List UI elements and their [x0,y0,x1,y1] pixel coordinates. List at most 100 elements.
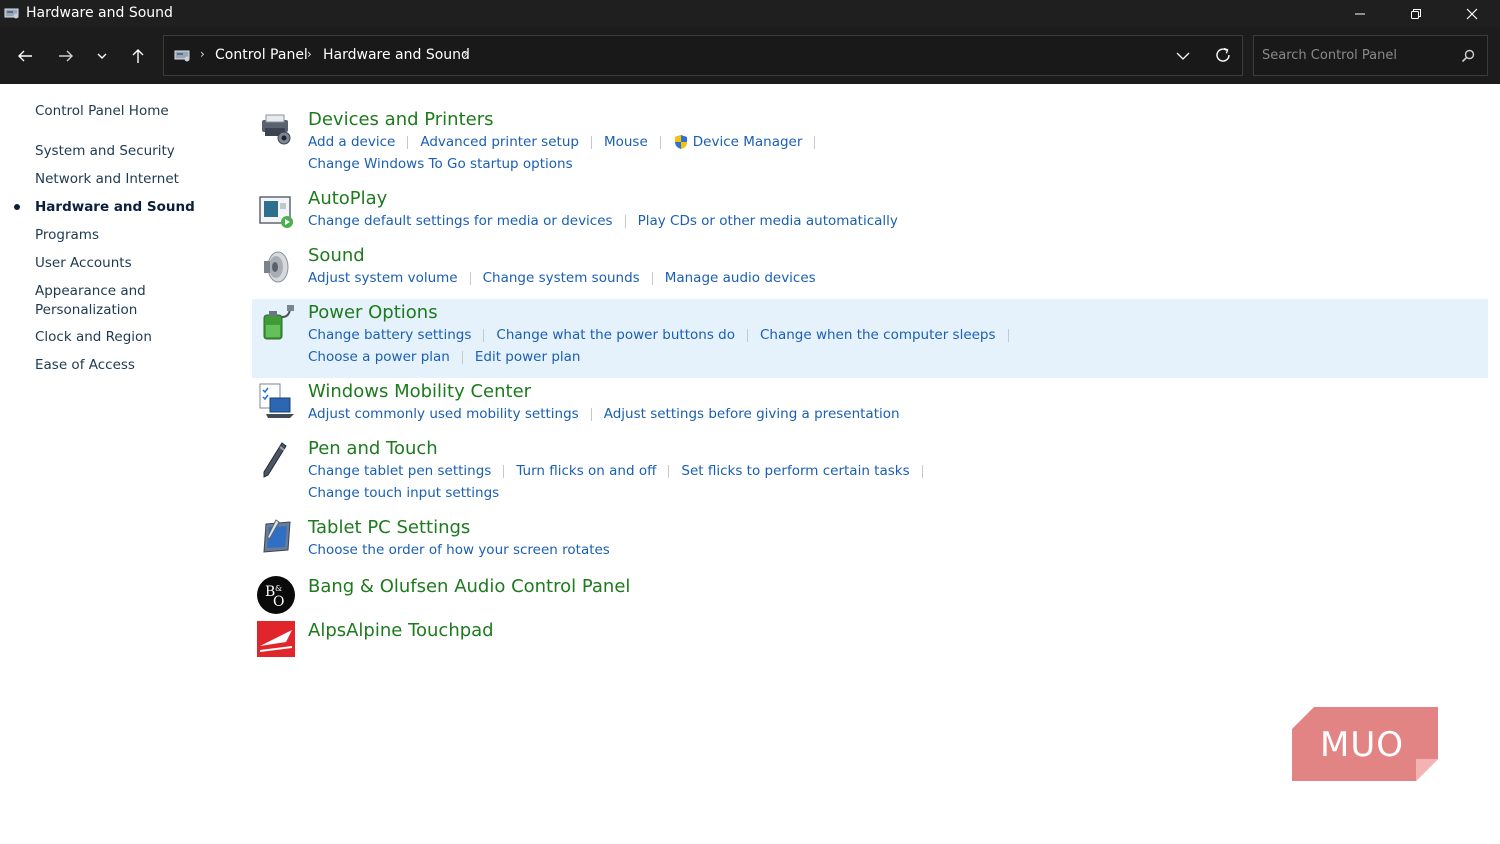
watermark-text: MUO [1320,725,1404,765]
svg-text:O: O [273,594,284,610]
main-content: Devices and Printers Add a device Advanc… [252,84,1488,784]
sidebar-item-ease-of-access[interactable]: Ease of Access [35,356,215,375]
category-devices-and-printers: Devices and Printers Add a device Advanc… [252,106,1488,176]
task-mouse[interactable]: Mouse [604,134,648,150]
task-row: Choose a power plan Edit power plan [308,349,580,365]
task-separator [624,214,626,228]
task-add-a-device[interactable]: Add a device [308,134,395,150]
breadcrumb-separator-icon[interactable]: › [463,47,468,61]
arrow-left-icon [18,50,32,62]
address-history-button[interactable] [1172,46,1194,66]
task-change-default-media-settings[interactable]: Change default settings for media or dev… [308,213,613,229]
sidebar-item-clock-and-region[interactable]: Clock and Region [35,328,215,347]
category-title[interactable]: Power Options [308,302,438,323]
task-manage-audio-devices[interactable]: Manage audio devices [665,270,816,286]
category-autoplay: AutoPlay Change default settings for med… [252,185,1488,235]
task-separator [407,135,409,149]
arrow-right-icon [59,50,73,62]
recent-locations-button[interactable] [88,42,116,70]
control-panel-icon [174,50,190,62]
control-panel-icon [4,8,19,19]
printer-camera-icon [262,114,291,145]
task-separator [746,328,748,342]
task-separator [921,464,923,478]
task-separator [461,350,463,364]
search-box[interactable] [1253,35,1488,76]
pen-icon [263,442,287,478]
task-row: Change touch input settings [308,485,499,501]
task-change-windows-to-go-startup[interactable]: Change Windows To Go startup options [308,156,573,172]
refresh-icon [1216,47,1230,62]
minimize-button[interactable] [1332,0,1388,27]
forward-button[interactable] [52,42,80,70]
task-play-cds-automatically[interactable]: Play CDs or other media automatically [638,213,898,229]
task-change-touch-input-settings[interactable]: Change touch input settings [308,485,499,501]
breadcrumb-separator-icon[interactable]: › [200,47,205,61]
task-separator [668,464,670,478]
search-input[interactable] [1254,36,1454,75]
category-title[interactable]: Tablet PC Settings [308,517,470,538]
category-pen-and-touch: Pen and Touch Change tablet pen settings… [252,435,1488,505]
task-row: Change tablet pen settings Turn flicks o… [308,463,935,479]
sidebar-item-user-accounts[interactable]: User Accounts [35,254,215,273]
task-adjust-system-volume[interactable]: Adjust system volume [308,270,458,286]
task-separator [651,271,653,285]
search-button[interactable] [1458,46,1478,66]
task-separator [814,135,816,149]
task-row: Add a device Advanced printer setup Mous… [308,134,827,150]
up-button[interactable] [124,42,152,70]
search-icon [1461,49,1475,63]
close-icon [1466,8,1478,19]
task-adjust-presentation-settings[interactable]: Adjust settings before giving a presenta… [604,406,900,422]
task-row: Change Windows To Go startup options [308,156,573,172]
task-choose-screen-rotation-order[interactable]: Choose the order of how your screen rota… [308,542,610,558]
task-change-power-buttons[interactable]: Change what the power buttons do [496,327,735,343]
task-set-flicks-tasks[interactable]: Set flicks to perform certain tasks [681,463,909,479]
task-change-battery-settings[interactable]: Change battery settings [308,327,471,343]
close-button[interactable] [1444,0,1500,27]
restore-icon [1411,8,1421,19]
back-button[interactable] [11,42,39,70]
task-device-manager[interactable]: Device Manager [693,134,803,150]
category-title[interactable]: Devices and Printers [308,109,494,130]
address-bar[interactable]: › Control Panel › Hardware and Sound › [163,35,1243,76]
category-title[interactable]: Sound [308,245,365,266]
task-row: Change default settings for media or dev… [308,213,898,229]
sidebar-item-appearance-and-personalization[interactable]: Appearance and Personalization [35,282,165,320]
task-separator [503,464,505,478]
category-tablet-pc-settings: Tablet PC Settings Choose the order of h… [252,514,1488,564]
speaker-icon [264,251,289,283]
alpsalpine-logo-icon [257,621,295,657]
sidebar-item-network-and-internet[interactable]: Network and Internet [35,170,215,189]
category-title[interactable]: Bang & Olufsen Audio Control Panel [308,576,630,597]
sidebar-item-control-panel-home[interactable]: Control Panel Home [35,102,215,121]
breadcrumb-hardware-and-sound[interactable]: Hardware and Sound [323,47,470,63]
task-change-tablet-pen-settings[interactable]: Change tablet pen settings [308,463,491,479]
sidebar-item-system-and-security[interactable]: System and Security [35,142,215,161]
task-choose-power-plan[interactable]: Choose a power plan [308,349,450,365]
restore-button[interactable] [1388,0,1444,27]
category-title[interactable]: Windows Mobility Center [308,381,531,402]
task-turn-flicks-on-off[interactable]: Turn flicks on and off [516,463,656,479]
task-separator [483,328,485,342]
category-power-options[interactable]: Power Options Change battery settings Ch… [252,299,1488,378]
sidebar-item-hardware-and-sound[interactable]: Hardware and Sound [35,198,215,217]
sidebar-item-programs[interactable]: Programs [35,226,215,245]
breadcrumb-control-panel[interactable]: Control Panel [215,47,308,63]
task-change-system-sounds[interactable]: Change system sounds [483,270,640,286]
category-title[interactable]: AutoPlay [308,188,387,209]
category-title[interactable]: AlpsAlpine Touchpad [308,620,494,641]
category-title[interactable]: Pen and Touch [308,438,438,459]
task-edit-power-plan[interactable]: Edit power plan [475,349,581,365]
refresh-button[interactable] [1212,44,1234,66]
task-separator [1007,328,1009,342]
laptop-checklist-icon [259,383,294,418]
task-advanced-printer-setup[interactable]: Advanced printer setup [420,134,579,150]
breadcrumb-separator-icon[interactable]: › [307,47,312,61]
task-row: Choose the order of how your screen rota… [308,542,610,558]
active-indicator [14,204,20,210]
task-change-when-computer-sleeps[interactable]: Change when the computer sleeps [760,327,996,343]
task-adjust-mobility-settings[interactable]: Adjust commonly used mobility settings [308,406,579,422]
task-row: Adjust commonly used mobility settings A… [308,406,900,422]
task-row: Adjust system volume Change system sound… [308,270,816,286]
